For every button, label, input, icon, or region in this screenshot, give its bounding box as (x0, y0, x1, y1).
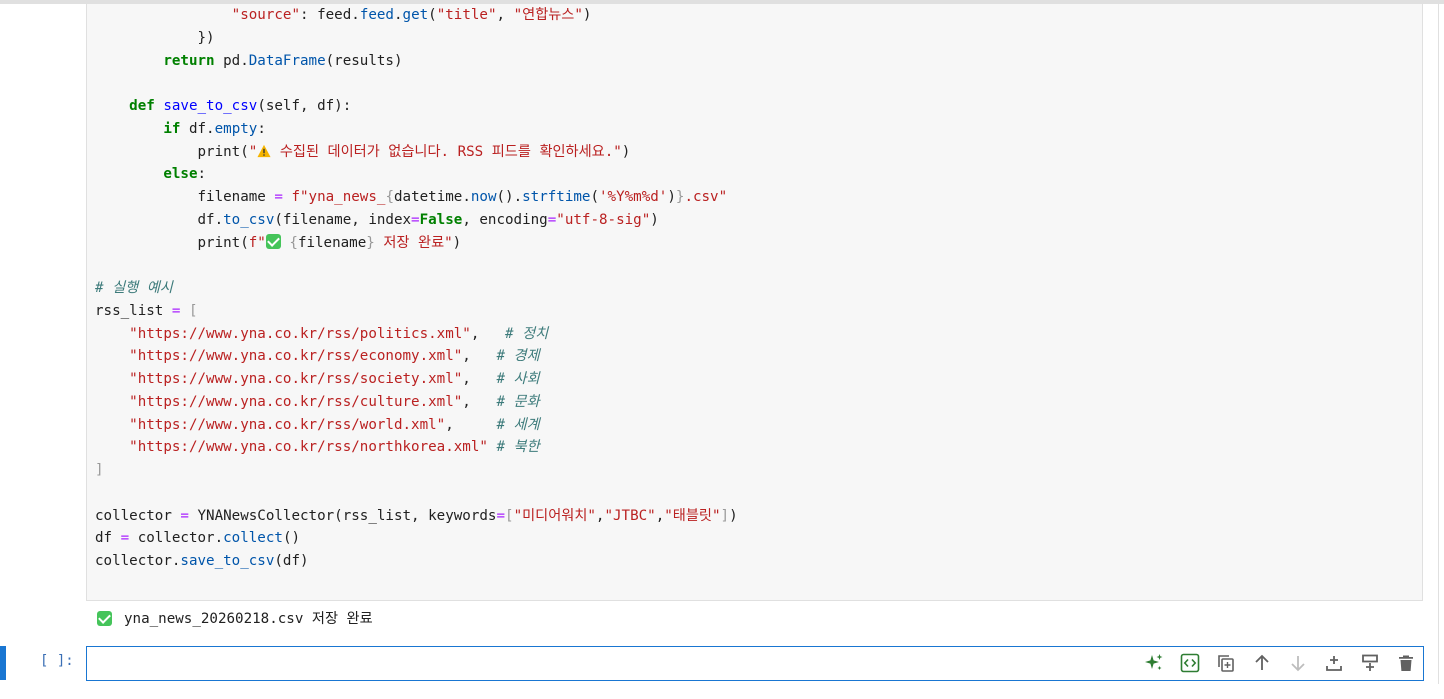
code-line: print(" 수집된 데이터가 없습니다. RSS 피드를 확인하세요.") (95, 143, 631, 160)
code-line: collector.save_to_csv(df) (95, 553, 309, 569)
check-mark-icon (265, 233, 281, 249)
code-line: rss_list = [ (95, 302, 198, 319)
check-mark-icon (97, 610, 112, 626)
move-up-icon[interactable] (1244, 651, 1280, 675)
code-line: # 실행 예시 (95, 280, 173, 296)
code-editor[interactable]: "source": feed.feed.get("title", "연합뉴스")… (95, 4, 738, 573)
insert-below-icon[interactable] (1352, 651, 1388, 675)
delete-icon[interactable] (1388, 651, 1424, 675)
code-line: filename = f"yna_news_{datetime.now().st… (95, 189, 728, 205)
execution-prompt: [ ]: (40, 653, 74, 669)
cell-toolbar (1136, 651, 1424, 675)
active-cell-indicator (0, 646, 6, 680)
cell-output: yna_news_20260218.csv 저장 완료 (97, 606, 373, 630)
move-down-icon[interactable] (1280, 651, 1316, 675)
code-line: return pd.DataFrame(results) (163, 52, 403, 69)
warning-icon (257, 144, 271, 157)
insert-above-icon[interactable] (1316, 651, 1352, 675)
code-line: df = collector.collect() (95, 530, 301, 547)
code-line: collector = YNANewsCollector(rss_list, k… (95, 507, 738, 524)
code-line: "https://www.yna.co.kr/rss/politics.xml"… (129, 325, 549, 342)
code-format-icon[interactable] (1172, 651, 1208, 675)
code-line: "https://www.yna.co.kr/rss/northkorea.xm… (129, 439, 540, 456)
code-line: "https://www.yna.co.kr/rss/world.xml", #… (129, 416, 540, 433)
code-line: if df.empty: (163, 120, 266, 137)
code-line: "https://www.yna.co.kr/rss/culture.xml",… (129, 393, 540, 410)
right-border (1438, 4, 1439, 684)
code-line: ] (95, 462, 104, 478)
code-line: print(f" {filename} 저장 완료") (95, 233, 462, 251)
duplicate-icon[interactable] (1208, 651, 1244, 675)
code-line: "https://www.yna.co.kr/rss/economy.xml",… (129, 348, 540, 365)
code-line: }) (95, 29, 215, 46)
code-line: def save_to_csv(self, df): (129, 98, 352, 114)
code-line: "https://www.yna.co.kr/rss/society.xml",… (129, 371, 540, 387)
output-text: yna_news_20260218.csv 저장 완료 (124, 611, 373, 627)
code-line: df.to_csv(filename, index=False, encodin… (95, 211, 659, 228)
code-line: "source": feed.feed.get("title", "연합뉴스") (231, 7, 592, 23)
code-line: else: (163, 166, 207, 183)
sparkle-ai-icon[interactable] (1136, 651, 1172, 675)
